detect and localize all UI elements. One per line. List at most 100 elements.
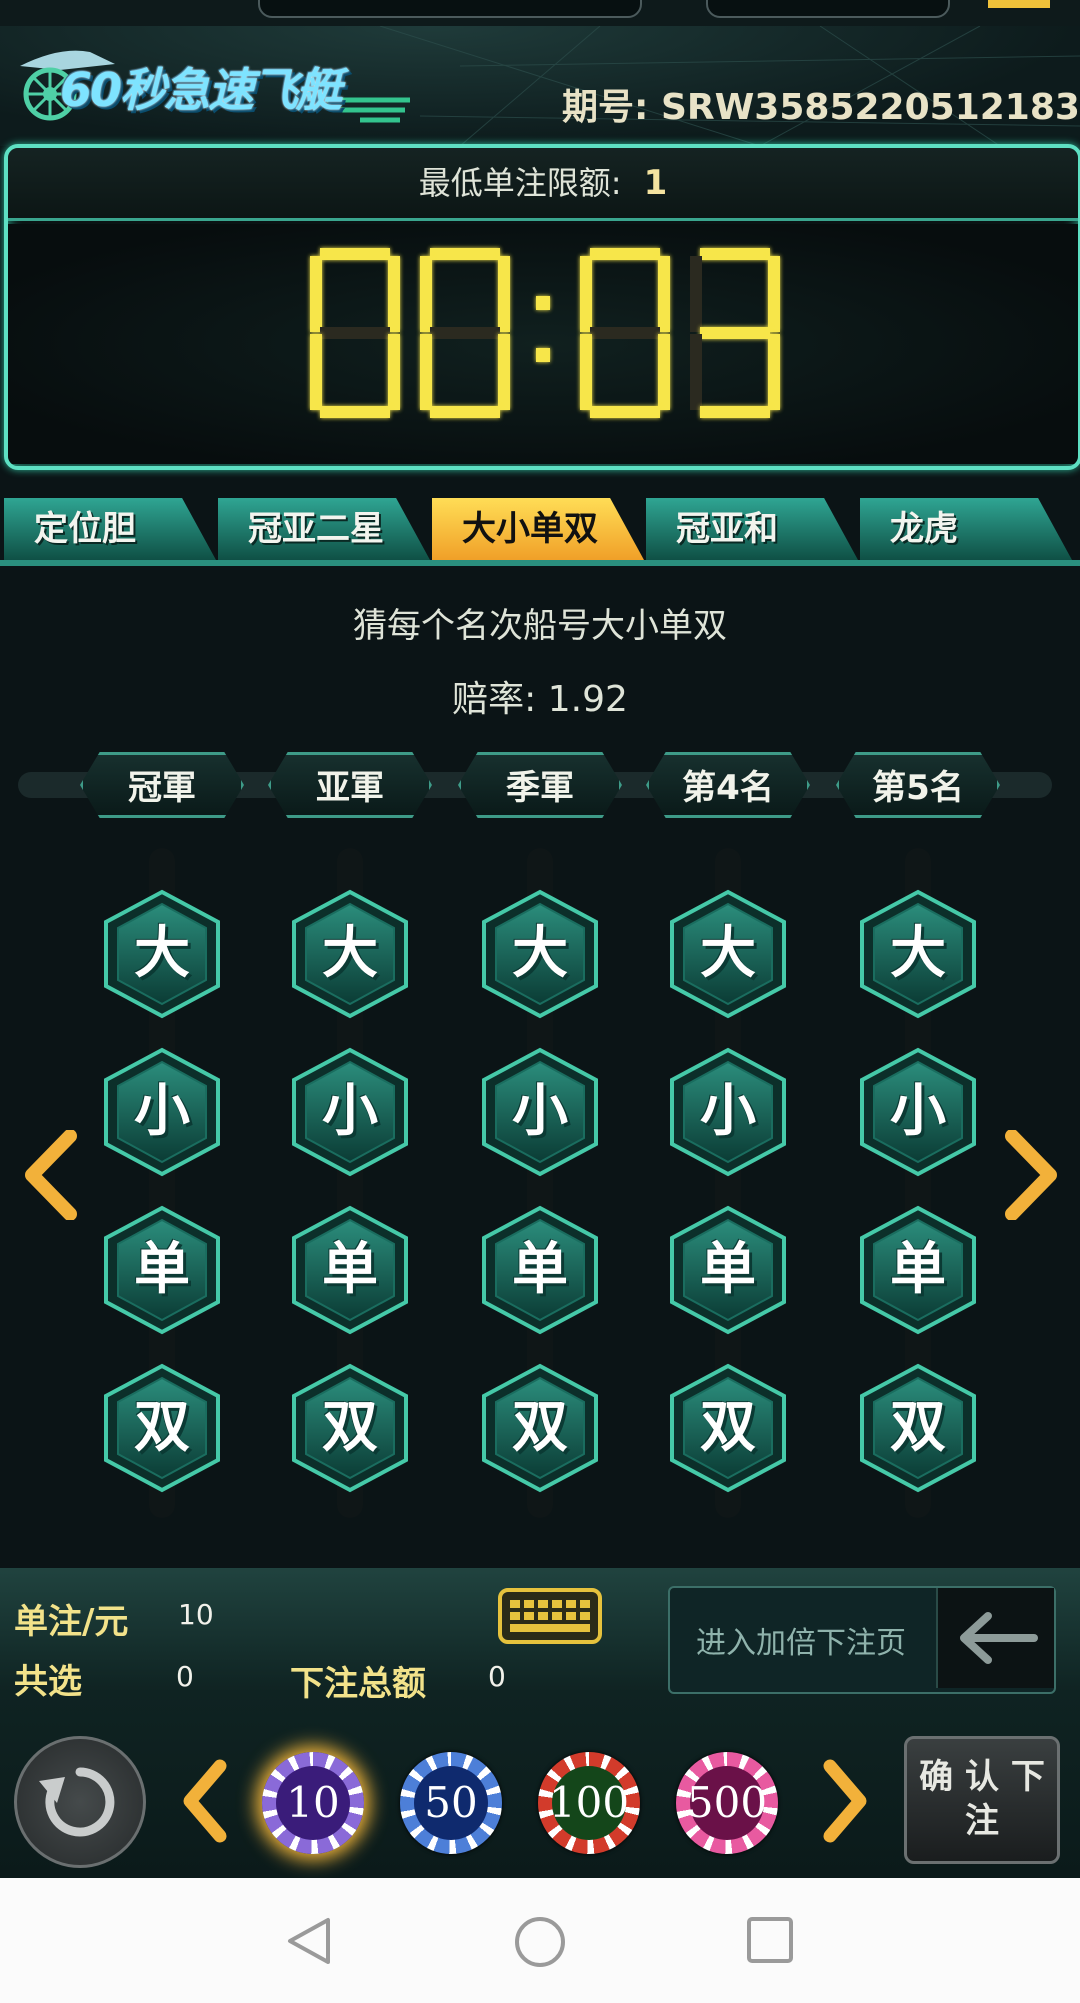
chip-next-arrow-icon[interactable] [818,1758,872,1844]
bet-option-label: 大 [512,921,568,986]
chip-prev-arrow-icon[interactable] [178,1758,232,1844]
bet-option-button[interactable]: 小 [852,1046,984,1178]
digit-segment [498,334,510,410]
digit-segment [768,334,780,410]
digit-segment [700,248,770,260]
min-bet-label: 最低单注限额: [418,164,622,202]
selected-count-value: 0 [176,1660,194,1693]
nav-recents-icon[interactable] [744,1914,796,1966]
clock-digit [420,248,510,418]
chip-10[interactable]: 10 [262,1752,364,1854]
bet-option-label: 单 [134,1237,190,1302]
issue-label: 期号: [562,87,649,128]
unit-value[interactable]: 10 [178,1598,214,1631]
clock-colon-bottom [536,348,550,362]
confirm-bet-button[interactable]: 确 认 下 注 [904,1736,1060,1864]
back-arrow-glyph [960,1612,1038,1664]
digit-segment [310,256,322,332]
bet-option-button[interactable]: 单 [96,1204,228,1336]
odds-value: 1.92 [547,679,628,720]
clock-digit [310,248,400,418]
logo-text: 60秒急速飞艇 [60,63,342,117]
bet-option-button[interactable]: 单 [284,1204,416,1336]
digit-segment [320,406,390,418]
bet-option-label: 双 [890,1395,946,1460]
digit-segment [700,327,770,339]
tab-1[interactable]: 定位胆 [4,498,216,560]
prev-page-arrow-icon[interactable] [22,1130,82,1220]
multiplier-entry-label: 进入加倍下注页 [696,1626,906,1661]
reset-button[interactable] [14,1736,146,1868]
bet-option-label: 小 [134,1079,190,1144]
chip-value: 10 [286,1778,340,1827]
rank-header-4: 第4名 [646,752,810,818]
bet-option-button[interactable]: 双 [474,1362,606,1494]
bet-option-button[interactable]: 小 [662,1046,794,1178]
total-amount-value: 0 [488,1660,506,1693]
game-logo: 60秒急速飞艇 [20,40,420,130]
total-amount-label: 下注总额 [290,1664,426,1704]
unit-label: 单注/元 [14,1602,129,1642]
bet-option-button[interactable]: 大 [662,888,794,1020]
bet-option-label: 双 [700,1395,756,1460]
tab-2[interactable]: 冠亚二星 [218,498,430,560]
bet-option-label: 大 [322,921,378,986]
bet-option-button[interactable]: 双 [284,1362,416,1494]
bet-option-button[interactable]: 双 [852,1362,984,1494]
bet-option-button[interactable]: 大 [852,888,984,1020]
tab-5[interactable]: 龙虎 [860,498,1072,560]
digit-segment [320,248,390,260]
nav-back-icon[interactable] [282,1914,336,1968]
system-nav-bar [0,1878,1080,2003]
multiplier-entry-button[interactable]: 进入加倍下注页 [668,1586,1056,1694]
rank-header-3: 季軍 [458,752,622,818]
next-page-arrow-icon[interactable] [1000,1130,1060,1220]
bet-option-button[interactable]: 双 [662,1362,794,1494]
bet-option-label: 小 [512,1079,568,1144]
clock-colon-top [536,296,550,310]
clock-digit [580,248,670,418]
digit-segment [690,334,702,410]
issue-number: 期号: SRW35852205121833 [562,78,1080,130]
tab-3[interactable]: 大小单双 [432,498,644,560]
digit-segment [430,327,500,339]
back-arrow-icon[interactable] [936,1588,1054,1688]
bet-option-label: 小 [322,1079,378,1144]
bet-option-button[interactable]: 双 [96,1362,228,1494]
bet-option-button[interactable]: 单 [662,1204,794,1336]
min-bet-value: 1 [643,163,668,203]
digit-segment [430,248,500,260]
bet-option-button[interactable]: 小 [96,1046,228,1178]
rank-header-2: 亚軍 [268,752,432,818]
digit-segment [420,256,432,332]
chip-500[interactable]: 500 [676,1752,778,1854]
tab-4[interactable]: 冠亚和 [646,498,858,560]
bet-option-label: 小 [890,1079,946,1144]
bet-type-tabs: 定位胆 冠亚二星 大小单双 冠亚和 龙虎 [0,492,1080,564]
timer-panel: 最低单注限额: 1 [4,144,1080,470]
digit-segment [590,327,660,339]
clock-digit [690,248,780,418]
bet-option-button[interactable]: 大 [96,888,228,1020]
bet-option-button[interactable]: 小 [474,1046,606,1178]
bet-option-label: 双 [322,1395,378,1460]
menu-icon[interactable] [988,0,1050,8]
nav-home-icon[interactable] [512,1914,568,1970]
chip-100[interactable]: 100 [538,1752,640,1854]
digit-segment [690,256,702,332]
min-bet-row: 最低单注限额: 1 [8,148,1078,221]
bet-option-button[interactable]: 单 [474,1204,606,1336]
bet-option-button[interactable]: 小 [284,1046,416,1178]
selected-count-label: 共选 [14,1662,82,1702]
chip-50[interactable]: 50 [400,1752,502,1854]
bet-option-label: 大 [700,921,756,986]
rank-header-5: 第5名 [836,752,1000,818]
bet-option-button[interactable]: 大 [474,888,606,1020]
keyboard-icon[interactable] [498,1588,602,1644]
bet-option-button[interactable]: 大 [284,888,416,1020]
bet-option-label: 大 [890,921,946,986]
digit-segment [580,256,592,332]
bet-option-label: 单 [512,1237,568,1302]
digit-segment [430,406,500,418]
bet-option-button[interactable]: 单 [852,1204,984,1336]
